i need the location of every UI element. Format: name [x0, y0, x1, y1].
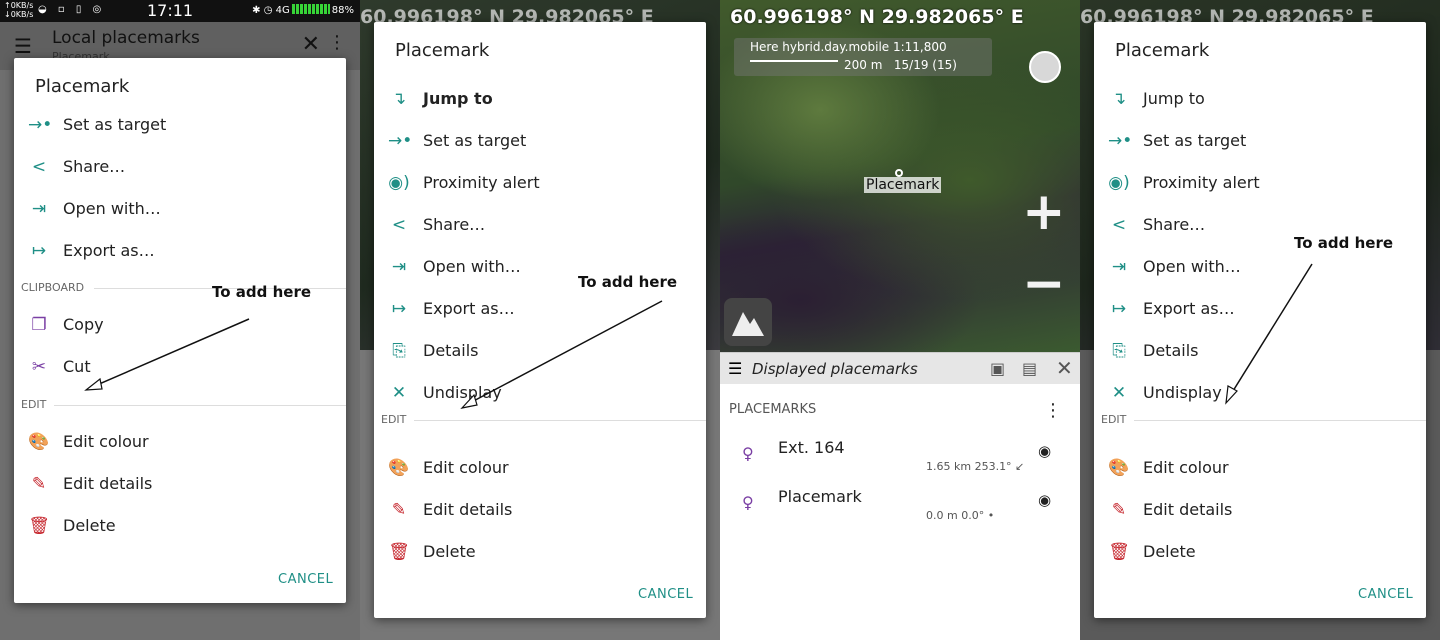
folder-icon[interactable]: ▣ [990, 359, 1005, 378]
compass-icon[interactable] [1029, 51, 1061, 83]
net-up-text: ↑0KB/s [4, 1, 34, 10]
map-coordinates: 60.996198° N 29.982065° E [730, 6, 1024, 28]
screenshot-panel-4: 60.996198° N 29.982065° E Placemark ↴ Ju… [1080, 0, 1440, 640]
hamburger-menu-icon[interactable]: ☰ [14, 34, 32, 58]
scale-info: 200 m 15/19 (15) [844, 58, 957, 72]
displayed-placemarks-bar: ☰ Displayed placemarks ▣ ▤ ✕ [720, 352, 1080, 384]
placemark-pin-icon: ♀ [742, 444, 754, 463]
status-time: 17:11 [147, 1, 194, 20]
more-options-icon[interactable]: ⋮ [328, 32, 346, 53]
status-right: ✱ ◷ 4G 88% [252, 4, 354, 16]
visibility-eye-icon[interactable]: ◉ [1038, 491, 1051, 509]
annotation-arrow [460, 300, 663, 409]
screenshot-panel-2: 60.996198° N 29.982065° E Placemark ↴ Ju… [360, 0, 720, 640]
screenshot-panel-1: ↑0KB/s ↓0KB/s ◒ ▫ ▯ ◎ 17:11 ✱ ◷ 4G 88% ☰ … [0, 0, 360, 640]
placemarks-header: PLACEMARKS [729, 402, 817, 417]
list-item[interactable]: ♀ Placemark 0.0 m 0.0° • ◉ [720, 487, 1080, 535]
placemark-marker-icon[interactable] [895, 169, 903, 177]
placemark-distance: 1.65 km 253.1° ↙ [926, 460, 1025, 473]
mountain-icon[interactable] [724, 298, 772, 346]
annotation-arrow [1225, 263, 1313, 405]
placemark-dialog: Placemark ↴ Jump to →• Set as target ◉) … [1094, 22, 1426, 618]
placemark-pin-icon: ♀ [742, 493, 754, 512]
placemark-name: Placemark [778, 487, 862, 506]
zoom-out-button[interactable]: − [1022, 258, 1066, 310]
filter-list-icon[interactable]: ▤ [1022, 359, 1037, 378]
status-bar: ↑0KB/s ↓0KB/s ◒ ▫ ▯ ◎ 17:11 ✱ ◷ 4G 88% [0, 0, 360, 22]
app-bar-title: Local placemarks [52, 28, 200, 48]
close-icon[interactable]: ✕ [1056, 356, 1073, 380]
placemark-map-label: Placemark [864, 177, 942, 193]
battery-level: 88% [331, 5, 354, 16]
network-speed: ↑0KB/s ↓0KB/s [4, 1, 33, 19]
list-item[interactable]: ♀ Ext. 164 1.65 km 253.1° ↙ ◉ [720, 438, 1080, 486]
more-options-icon[interactable]: ⋮ [1044, 400, 1062, 421]
list-icon: ☰ [728, 359, 743, 378]
annotation-arrow [84, 318, 250, 391]
net-down-text: ↓0KB/s [4, 10, 34, 19]
notification-icons: ◒ ▫ ▯ ◎ [38, 4, 106, 15]
signal-type: 4G [275, 5, 290, 16]
scale-box: Here hybrid.day.mobile 1:11,800 200 m 15… [734, 38, 992, 76]
visibility-eye-icon[interactable]: ◉ [1038, 442, 1051, 460]
placemark-name: Ext. 164 [778, 438, 845, 457]
map-layer-name: Here hybrid.day.mobile 1:11,800 [750, 40, 947, 54]
zoom-in-button[interactable]: + [1022, 186, 1066, 238]
signal-bars-icon [291, 4, 330, 14]
displayed-placemarks-title: Displayed placemarks [752, 360, 918, 378]
scale-bar [750, 58, 838, 62]
scale-distance: 200 m [844, 58, 883, 72]
screenshot-panel-3: 60.996198° N 29.982065° E Here hybrid.da… [720, 0, 1080, 640]
zoom-level: 15/19 (15) [893, 58, 957, 72]
map-view[interactable]: 60.996198° N 29.982065° E Here hybrid.da… [720, 0, 1080, 352]
placemark-distance: 0.0 m 0.0° • [926, 509, 995, 522]
close-icon[interactable]: ✕ [302, 32, 320, 57]
placemark-dialog: Placemark ↴ Jump to →• Set as target ◉) … [374, 22, 706, 618]
placemark-dialog: Placemark →• Set as target < Share… ⇥ Op… [14, 58, 346, 603]
